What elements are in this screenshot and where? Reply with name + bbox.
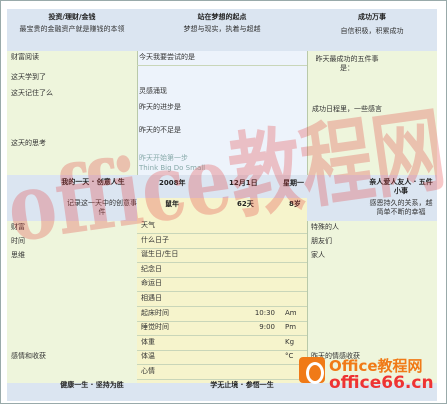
date-weekday: 星期一 (283, 179, 304, 187)
field-value[interactable]: 9:00 (239, 323, 275, 332)
field-unit: Kg (285, 337, 295, 346)
section-title-dream: 站在梦想的起点 (197, 13, 247, 21)
field-label: 起床时间 (141, 308, 169, 317)
field-row-line (137, 379, 307, 380)
field-value[interactable]: 10:30 (239, 309, 275, 318)
field-row-line (137, 291, 307, 293)
day-title-creative: 我的一天 · 创意人生 (61, 178, 125, 186)
label-wealth-reading: 财富阅读 (11, 53, 39, 61)
field-label: 相遇日 (141, 294, 162, 302)
label-wealth: 财富 (11, 223, 25, 231)
field-row-line (137, 247, 307, 249)
prompt-progress: 昨天的进步是 (139, 103, 181, 111)
note-success-items: 昨天最成功的五件事是： (315, 55, 379, 72)
section-subtitle-success: 自信积极，积累成功 (340, 27, 404, 35)
field-label: 体温 (141, 352, 155, 361)
row-line (137, 65, 307, 66)
prompt-shortcoming: 昨天的不足是 (139, 126, 181, 134)
field-unit: Pm (285, 323, 297, 332)
field-label: 诞生日/生日 (141, 250, 179, 259)
days-count: 62天 (237, 200, 254, 208)
date-year: 2008年 (159, 179, 186, 187)
section-subtitle-dream: 梦想与现实，执着与超越 (183, 25, 261, 33)
quote-first-step: 昨天开始第一步 (139, 154, 188, 162)
label-friends: 朋友们 (311, 237, 332, 245)
field-row-line (137, 320, 307, 322)
field-row-line (137, 349, 307, 351)
label-remembered: 这天记住了么 (11, 89, 53, 97)
label-feelings-gains: 感情和收获 (11, 352, 46, 360)
prompt-inspiration: 灵感涌现 (139, 87, 167, 95)
prompt-try-today: 今天我要尝试的是 (139, 53, 195, 61)
section-title-finance: 投资/理财/金钱 (48, 13, 96, 21)
label-learned: 这天学到了 (11, 73, 46, 81)
field-unit: Am (285, 308, 297, 317)
field-label: 心情 (141, 367, 155, 375)
label-family: 家人 (311, 251, 325, 259)
label-special-person: 特殊的人 (311, 223, 339, 231)
age: 8岁 (289, 200, 301, 208)
day-subtitle-creative: 记录这一天中的创意事件 (67, 199, 137, 216)
field-label: 天气 (141, 221, 155, 229)
field-label: 体重 (141, 337, 155, 346)
footer-title-learning: 学无止境 · 参悟一生 (210, 381, 274, 389)
label-thinking: 这天的思考 (11, 139, 46, 147)
field-label: 什么日子 (141, 235, 169, 244)
planner-sheet: 投资/理财/金钱 最宝贵的金融资产就是赚钱的本领 站在梦想的起点 梦想与现实，执… (7, 9, 437, 401)
day-subtitle-family: 感恩持久的关系，越简单不断的幸福 (369, 199, 433, 216)
field-label: 命运日 (141, 279, 162, 288)
field-row-line (137, 306, 307, 307)
label-time: 时间 (11, 237, 25, 245)
office-logo-icon (299, 357, 325, 384)
field-row-line (137, 233, 307, 234)
field-label: 纪念日 (141, 264, 162, 273)
page-frame: 投资/理财/金钱 最宝贵的金融资产就是赚钱的本领 站在梦想的起点 梦想与现实，执… (0, 0, 447, 404)
date-day: 12月1日 (229, 179, 258, 187)
field-row-line (137, 364, 307, 366)
site-logo: Office教程网 office66.cn (299, 351, 445, 401)
field-label: 睡觉时间 (141, 323, 169, 332)
field-unit: °C (285, 352, 294, 361)
logo-line2: office66.cn (329, 373, 434, 393)
field-row-line (137, 335, 307, 337)
day-title-family: 亲人爱人友人 · 五件小事 (369, 178, 433, 195)
quote-think-big: Think Big Do Small (139, 164, 206, 172)
label-thinking-mid: 思维 (11, 251, 25, 259)
zodiac-year: 鼠年 (165, 200, 179, 208)
footer-title-health: 健康一生 · 坚持为胜 (60, 381, 124, 389)
section-title-success: 成功万事 (358, 13, 386, 21)
note-success-thoughts: 成功日程里，一些感言 (312, 105, 382, 113)
field-row-line (137, 262, 307, 264)
section-subtitle-finance: 最宝贵的金融资产就是赚钱的本领 (19, 25, 125, 33)
field-row-line (137, 276, 307, 278)
